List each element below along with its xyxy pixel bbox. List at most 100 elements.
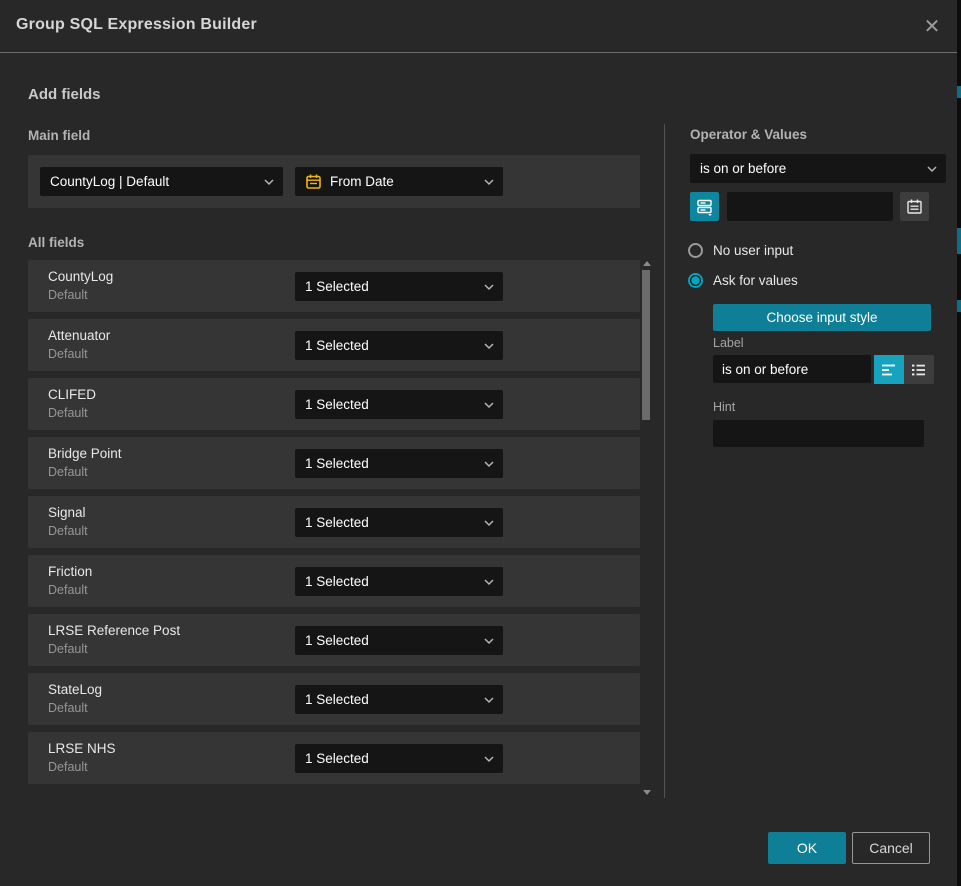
chevron-down-icon	[484, 342, 494, 350]
field-values-select[interactable]: 1 Selected	[295, 331, 503, 360]
ok-button[interactable]: OK	[768, 832, 846, 864]
field-name: StateLog	[48, 682, 102, 697]
field-values-select-value: 1 Selected	[305, 338, 369, 353]
main-field-select-value: From Date	[330, 174, 394, 189]
unique-values-button[interactable]	[690, 192, 719, 221]
list-item: LRSE NHS Default 1 Selected	[28, 732, 640, 784]
chevron-down-icon	[484, 696, 494, 704]
hint-caption: Hint	[713, 400, 735, 414]
field-sublabel: Default	[48, 347, 88, 361]
input-style-list-button[interactable]	[904, 355, 934, 384]
background-page-sliver	[957, 0, 961, 886]
main-field-label: Main field	[28, 128, 90, 143]
date-value-input[interactable]	[727, 192, 893, 221]
field-name: Friction	[48, 564, 92, 579]
radio-label: Ask for values	[713, 273, 798, 288]
dialog-title: Group SQL Expression Builder	[16, 16, 257, 34]
field-name: Attenuator	[48, 328, 110, 343]
chevron-down-icon	[484, 283, 494, 291]
field-name: LRSE NHS	[48, 741, 116, 756]
field-values-select[interactable]: 1 Selected	[295, 272, 503, 301]
scroll-down-arrow-icon[interactable]	[643, 790, 651, 795]
field-values-select-value: 1 Selected	[305, 574, 369, 589]
chevron-down-icon	[484, 637, 494, 645]
chevron-down-icon	[484, 178, 494, 186]
field-values-select[interactable]: 1 Selected	[295, 744, 503, 773]
field-values-select-value: 1 Selected	[305, 751, 369, 766]
chevron-down-icon	[264, 178, 274, 186]
list-item: Attenuator Default 1 Selected	[28, 319, 640, 371]
align-left-icon	[881, 363, 897, 377]
background-accent-fragment	[957, 86, 961, 98]
field-values-select-value: 1 Selected	[305, 279, 369, 294]
unique-values-icon	[696, 198, 714, 216]
all-fields-list: CountyLog Default 1 Selected Attenuator …	[28, 260, 640, 791]
list-scrollbar[interactable]	[641, 258, 652, 798]
field-name: Bridge Point	[48, 446, 122, 461]
date-picker-button[interactable]	[900, 192, 929, 221]
field-sublabel: Default	[48, 465, 88, 479]
field-sublabel: Default	[48, 288, 88, 302]
layer-select-value: CountyLog | Default	[50, 174, 169, 189]
add-fields-heading: Add fields	[28, 86, 101, 103]
calendar-icon	[906, 198, 923, 215]
close-icon[interactable]: ✕	[919, 14, 945, 40]
hint-input[interactable]	[713, 420, 924, 447]
main-field-bar: CountyLog | Default From Date	[28, 155, 640, 208]
scroll-up-arrow-icon[interactable]	[643, 261, 651, 266]
list-item: StateLog Default 1 Selected	[28, 673, 640, 725]
field-sublabel: Default	[48, 524, 88, 538]
field-values-select[interactable]: 1 Selected	[295, 626, 503, 655]
field-values-select[interactable]: 1 Selected	[295, 449, 503, 478]
field-sublabel: Default	[48, 406, 88, 420]
list-icon	[911, 363, 927, 377]
group-sql-expression-builder-dialog: Group SQL Expression Builder ✕ Add field…	[0, 0, 961, 886]
operator-select[interactable]: is on or before	[690, 154, 946, 183]
operator-values-heading: Operator & Values	[690, 127, 807, 142]
field-values-select-value: 1 Selected	[305, 692, 369, 707]
list-item: LRSE Reference Post Default 1 Selected	[28, 614, 640, 666]
field-name: Signal	[48, 505, 86, 520]
chevron-down-icon	[484, 519, 494, 527]
cancel-button[interactable]: Cancel	[852, 832, 930, 864]
radio-label: No user input	[713, 243, 793, 258]
list-item: CountyLog Default 1 Selected	[28, 260, 640, 312]
field-values-select-value: 1 Selected	[305, 515, 369, 530]
field-sublabel: Default	[48, 642, 88, 656]
radio-no-user-input[interactable]: No user input	[688, 243, 793, 258]
field-sublabel: Default	[48, 701, 88, 715]
scrollbar-thumb[interactable]	[642, 270, 650, 420]
field-values-select[interactable]: 1 Selected	[295, 567, 503, 596]
choose-input-style-button[interactable]: Choose input style	[713, 304, 931, 331]
radio-circle-icon	[688, 243, 703, 258]
input-style-text-button[interactable]	[874, 355, 904, 384]
chevron-down-icon	[484, 460, 494, 468]
background-accent-fragment	[957, 300, 961, 312]
field-values-select-value: 1 Selected	[305, 633, 369, 648]
label-input[interactable]	[713, 355, 871, 383]
field-values-select[interactable]: 1 Selected	[295, 508, 503, 537]
chevron-down-icon	[484, 755, 494, 763]
main-field-select[interactable]: From Date	[295, 167, 503, 196]
chevron-down-icon	[484, 578, 494, 586]
field-values-select[interactable]: 1 Selected	[295, 390, 503, 419]
list-item: Signal Default 1 Selected	[28, 496, 640, 548]
radio-circle-checked-icon	[688, 273, 703, 288]
all-fields-label: All fields	[28, 235, 84, 250]
field-values-select[interactable]: 1 Selected	[295, 685, 503, 714]
field-name: CLIFED	[48, 387, 96, 402]
list-item: Bridge Point Default 1 Selected	[28, 437, 640, 489]
field-name: LRSE Reference Post	[48, 623, 180, 638]
radio-ask-for-values[interactable]: Ask for values	[688, 273, 798, 288]
field-values-select-value: 1 Selected	[305, 456, 369, 471]
calendar-icon	[305, 173, 322, 190]
background-accent-fragment	[957, 228, 961, 254]
field-name: CountyLog	[48, 269, 113, 284]
field-sublabel: Default	[48, 760, 88, 774]
layer-select[interactable]: CountyLog | Default	[40, 167, 283, 196]
field-sublabel: Default	[48, 583, 88, 597]
panel-divider	[664, 124, 665, 798]
label-caption: Label	[713, 336, 744, 350]
chevron-down-icon	[484, 401, 494, 409]
chevron-down-icon	[927, 165, 937, 173]
